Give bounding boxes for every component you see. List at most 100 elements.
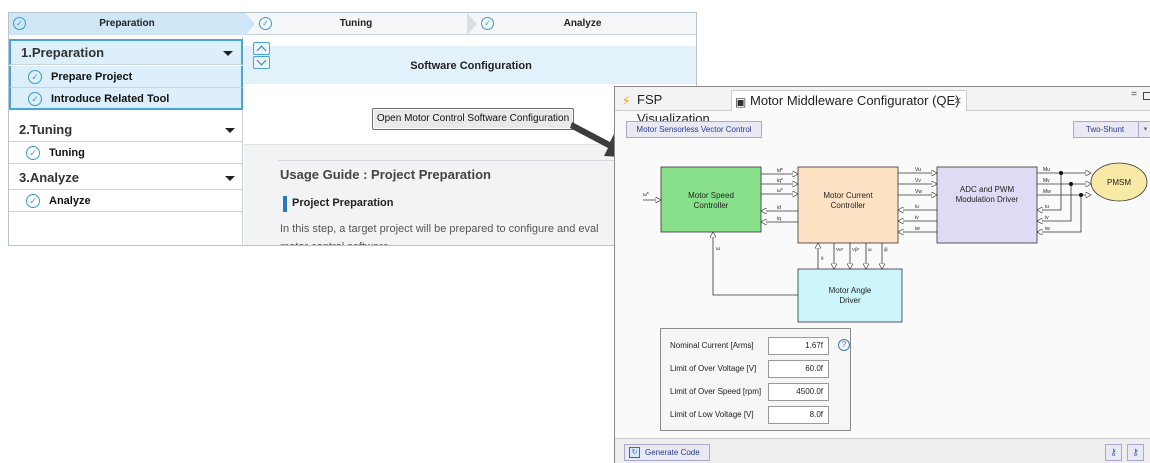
signal-label: iv	[1045, 215, 1049, 221]
signal-label: iα	[868, 247, 872, 252]
tab-label: Motor Middleware Configurator (QE)	[750, 93, 960, 108]
bottom-toolbar: ↻ Generate Code ⚷ ⚷	[615, 438, 1150, 463]
signal-label: id	[777, 205, 781, 211]
signal-label: iw	[1045, 226, 1050, 232]
key-button[interactable]: ⚷	[1127, 444, 1144, 461]
param-row: Limit of Over Speed [rpm] 4500.0f	[661, 383, 852, 403]
block-label: ADC and PWM	[960, 185, 1015, 194]
check-circle-icon: ✓	[26, 146, 40, 160]
param-label: Limit of Over Voltage [V]	[670, 364, 757, 373]
motor-control-block-diagram: Motor Speed Controller Motor Current Con…	[643, 162, 1148, 323]
sidebar-section-tuning[interactable]: 2.Tuning	[9, 118, 243, 142]
junction-dot	[1079, 193, 1083, 197]
screenshot-stage: ✓ Preparation ✓ Tuning ✓ Analyze 1.Prepa…	[0, 0, 1150, 463]
section-label: 1.Preparation	[21, 45, 105, 60]
minimize-icon[interactable]: =	[1131, 89, 1137, 100]
step-navigation: ✓ Preparation ✓ Tuning ✓ Analyze	[9, 13, 696, 35]
item-label: Analyze	[49, 195, 91, 207]
signal-label: id*	[777, 168, 783, 174]
section-title: Software Configuration	[410, 60, 532, 72]
open-software-configuration-button[interactable]: Open Motor Control Software Configuratio…	[372, 108, 574, 130]
caret-down-icon	[225, 128, 235, 133]
scroll-up-button[interactable]	[253, 42, 270, 56]
param-label: Limit of Over Speed [rpm]	[670, 387, 762, 396]
signal-label: iw	[915, 226, 920, 232]
control-mode-button[interactable]: Motor Sensorless Vector Control	[626, 121, 762, 138]
signal-line	[713, 232, 798, 296]
signal-label: Vu	[915, 167, 921, 173]
maximize-icon[interactable]	[1143, 92, 1150, 100]
shunt-select[interactable]: Two-Shunt ▾	[1073, 121, 1150, 138]
shunt-value: Two-Shunt	[1085, 125, 1125, 134]
over-voltage-field[interactable]: 60.0f	[768, 360, 829, 378]
signal-label: Mu	[1043, 167, 1050, 173]
tab-motor-middleware-configurator[interactable]: ▣ Motor Middleware Configurator (QE) ×	[731, 90, 967, 111]
signal-label: Mw	[1043, 189, 1051, 195]
caret-down-icon	[223, 51, 233, 56]
signal-label: Mv	[1043, 178, 1050, 184]
block-label: Driver	[839, 296, 861, 305]
section-label: 3.Analyze	[19, 170, 79, 185]
tab-fsp-visualization[interactable]: ⚡ FSP Visualization	[619, 90, 731, 126]
item-label: Introduce Related Tool	[51, 93, 170, 105]
signal-label: iu	[1045, 204, 1049, 210]
signal-label: Vα*	[836, 247, 844, 252]
param-row: Limit of Low Voltage [V] 8.0f	[661, 406, 852, 426]
block-label: Motor Speed	[688, 191, 734, 200]
adc-pwm-driver-block	[936, 166, 1038, 244]
param-label: Limit of Low Voltage [V]	[670, 410, 754, 419]
step-label: Preparation	[99, 18, 155, 29]
block-label: Controller	[694, 201, 729, 210]
generate-code-button[interactable]: ↻ Generate Code	[624, 444, 710, 461]
help-icon[interactable]: ?	[838, 339, 850, 351]
param-row: Nominal Current [Arms] 1.67f ?	[661, 337, 852, 357]
signal-label: ω*	[777, 188, 783, 194]
low-voltage-field[interactable]: 8.0f	[768, 406, 829, 424]
signal-label: iu	[915, 204, 919, 210]
step-preparation[interactable]: ✓ Preparation	[9, 13, 245, 35]
signal-label: iq	[777, 216, 781, 222]
item-label: Tuning	[49, 147, 85, 159]
key-icon: ⚷	[1110, 447, 1117, 457]
chevron-down-icon: ▾	[1138, 122, 1150, 137]
item-label: Prepare Project	[51, 71, 133, 83]
nominal-current-field[interactable]: 1.67f	[768, 337, 829, 355]
over-speed-field[interactable]: 4500.0f	[768, 383, 829, 401]
check-circle-icon: ✓	[26, 194, 40, 208]
signal-label: ω*	[643, 192, 649, 198]
button-label: Generate Code	[645, 448, 700, 457]
param-label: Nominal Current [Arms]	[670, 341, 754, 350]
section-label: 2.Tuning	[19, 122, 73, 137]
fsp-icon: ⚡	[622, 94, 631, 108]
signal-label: Vv	[915, 178, 921, 184]
step-label: Analyze	[563, 18, 602, 29]
step-tuning[interactable]: ✓ Tuning	[245, 13, 467, 35]
signal-label: θ	[821, 256, 824, 261]
generate-icon: ↻	[629, 447, 640, 458]
signal-label: ω	[716, 246, 720, 252]
chip-icon: ▣	[735, 95, 747, 109]
sidebar-section-analyze[interactable]: 3.Analyze	[9, 166, 243, 190]
signal-label: iβ	[884, 247, 888, 252]
step-label: Tuning	[339, 18, 373, 29]
step-analyze[interactable]: ✓ Analyze	[467, 13, 696, 35]
guide-title: Usage Guide : Project Preparation	[280, 167, 491, 182]
close-icon[interactable]: ×	[954, 91, 962, 110]
junction-dot	[1059, 171, 1063, 175]
caret-down-icon	[225, 176, 235, 181]
sidebar-item-prepare-project[interactable]: ✓ Prepare Project	[9, 66, 243, 88]
chevron-up-icon	[256, 45, 267, 56]
param-row: Limit of Over Voltage [V] 60.0f	[661, 360, 852, 380]
sidebar-item-introduce-related-tool[interactable]: ✓ Introduce Related Tool	[9, 88, 243, 110]
sidebar-section-preparation[interactable]: 1.Preparation	[9, 39, 243, 65]
block-label: PMSM	[1107, 178, 1131, 187]
sidebar-item-analyze[interactable]: ✓ Analyze	[9, 190, 243, 212]
sidebar-item-tuning[interactable]: ✓ Tuning	[9, 142, 243, 164]
signal-label: iq*	[777, 178, 783, 184]
key-icon: ⚷	[1132, 447, 1139, 457]
key-button[interactable]: ⚷	[1105, 444, 1122, 461]
signal-line	[1037, 195, 1082, 232]
junction-dot	[1069, 182, 1073, 186]
signal-label: iv	[915, 215, 919, 221]
block-label: Controller	[831, 201, 866, 210]
